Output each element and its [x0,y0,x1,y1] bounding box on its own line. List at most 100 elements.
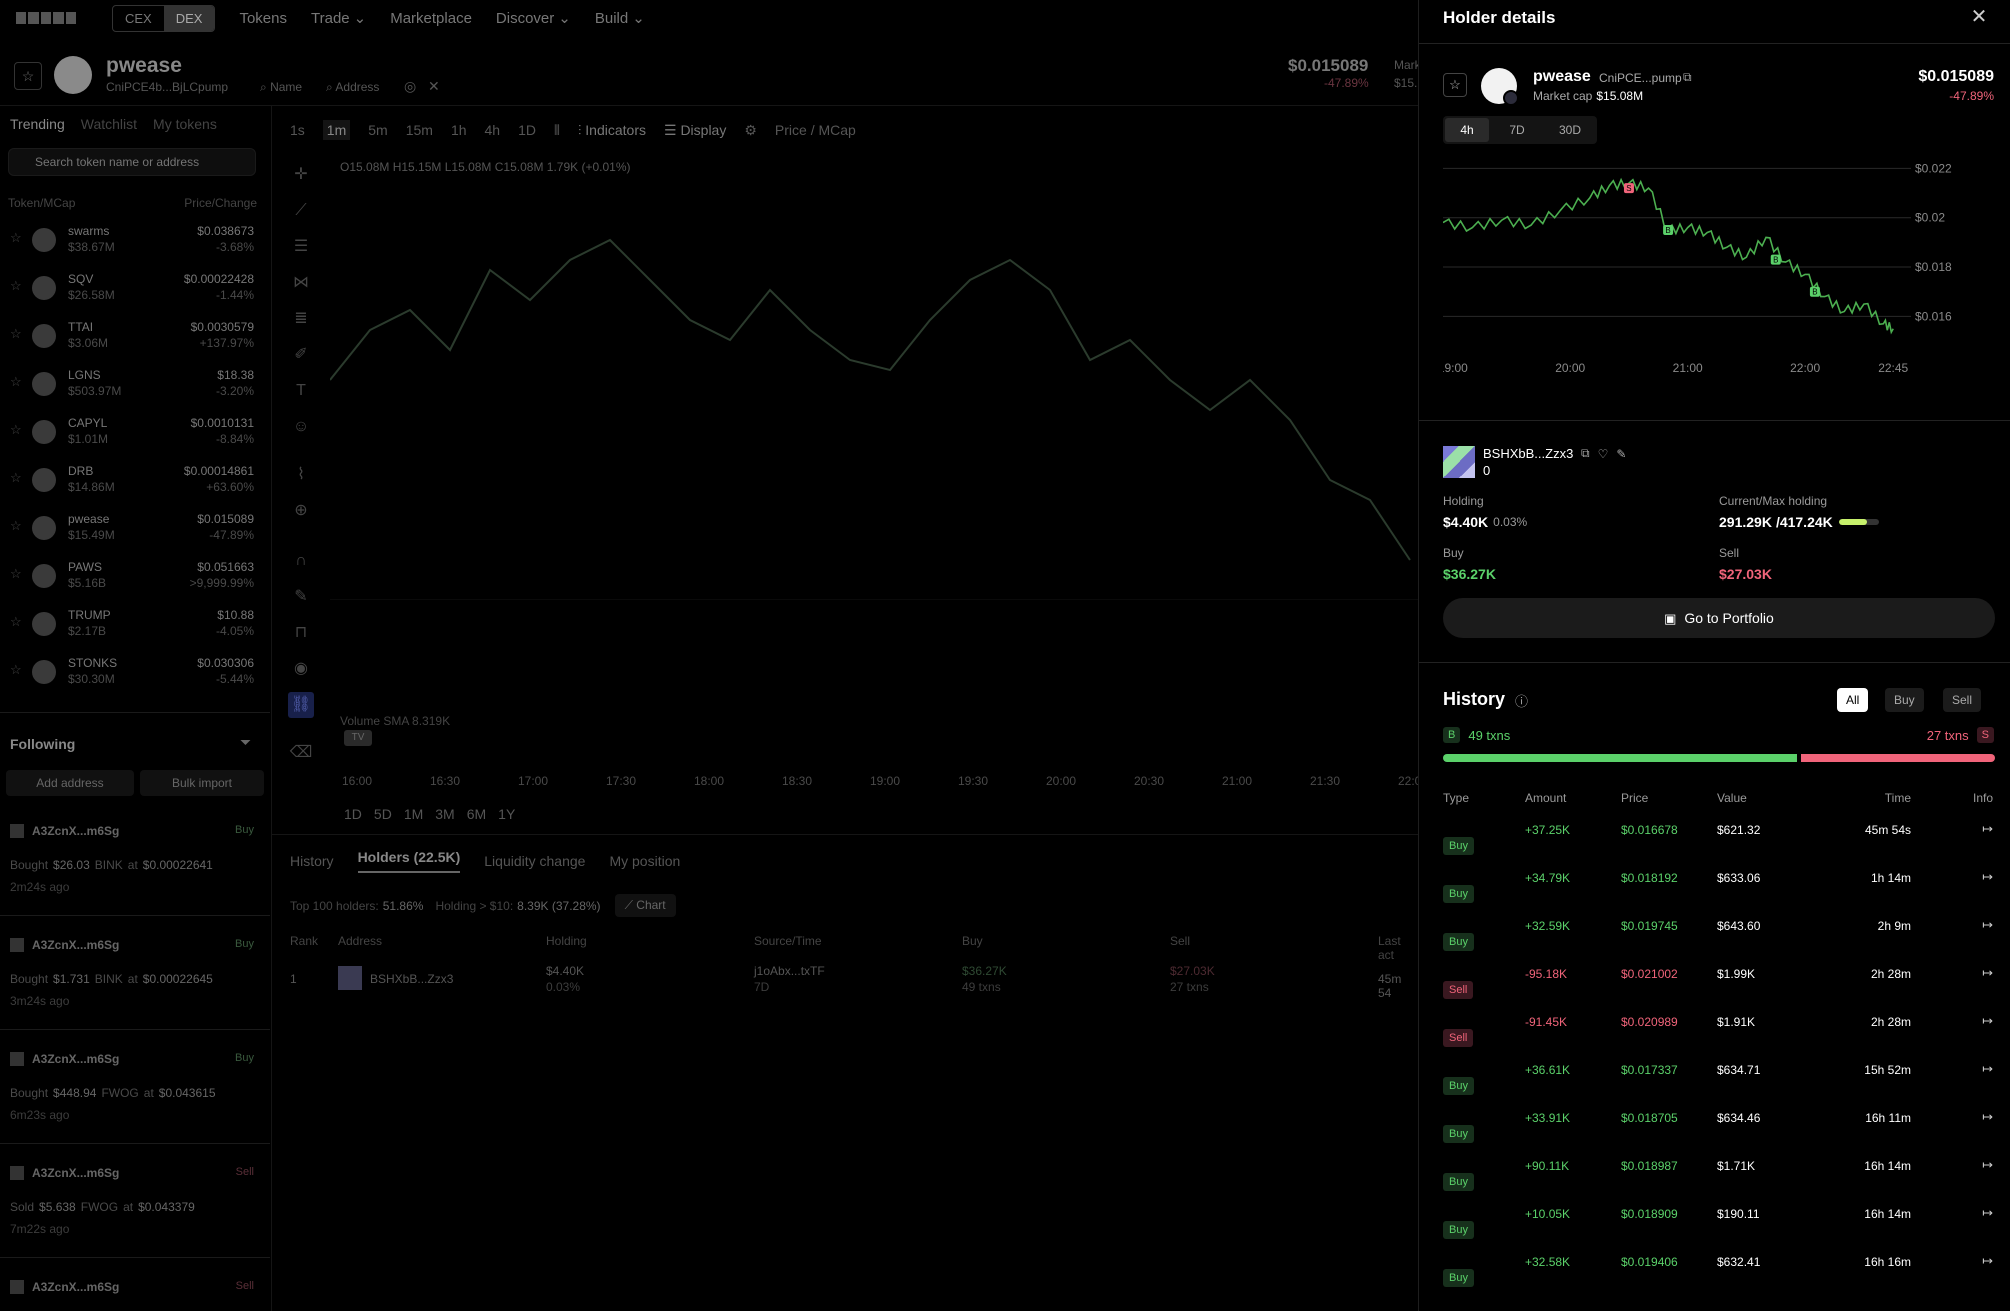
filter-buy[interactable]: Buy [1885,688,1924,712]
tab-liquidity-change[interactable]: Liquidity change [484,853,585,869]
settings-icon[interactable]: ⚙ [744,122,757,139]
holder-address[interactable]: BSHXbB...Zzx3 [1483,446,1573,461]
star-icon[interactable]: ☆ [10,518,22,534]
history-row[interactable]: Buy +32.59K $0.019745 $643.60 2h 9m ↦ [1443,902,1993,951]
history-row[interactable]: Buy +33.91K $0.018705 $634.46 16h 11m ↦ [1443,1094,1993,1143]
x-social-icon[interactable]: ✕ [428,78,440,95]
range-3m[interactable]: 3M [435,806,454,822]
star-icon[interactable]: ☆ [10,470,22,486]
indicators-button[interactable]: ⫶ Indicators [578,122,646,139]
bulk-import-button[interactable]: Bulk import [140,770,264,796]
history-row[interactable]: Buy +32.58K $0.019406 $632.41 16h 16m ↦ [1443,1238,1993,1287]
star-icon[interactable]: ☆ [10,422,22,438]
tab-history[interactable]: History [290,853,334,869]
history-row[interactable]: Buy +10.05K $0.018909 $190.11 16h 14m ↦ [1443,1190,1993,1239]
explorer-link-icon[interactable]: ↦ [1982,821,1993,837]
text-icon[interactable]: T [288,378,314,404]
trend-line-icon[interactable]: ⟋ [288,198,314,224]
filter-icon[interactable]: ⏷ [240,734,251,751]
range-4h[interactable]: 4h [1445,118,1489,142]
tab-holders[interactable]: Holders (22.5K) [357,849,461,873]
interval-4h[interactable]: 4h [485,122,501,138]
history-row[interactable]: Buy +36.61K $0.017337 $634.71 15h 52m ↦ [1443,1046,1993,1095]
token-row[interactable]: ☆ CAPYL $1.01M $0.0010131 -8.84% [0,410,262,458]
candle-type-icon[interactable]: ⫴ [554,122,560,139]
explorer-link-icon[interactable]: ↦ [1982,965,1993,981]
add-address-button[interactable]: Add address [6,770,134,796]
following-item[interactable]: A3ZcnX...m6Sg Buy Bought $26.03 BINK at $0.000… [0,806,270,916]
token-row[interactable]: ☆ TTAI $3.06M $0.0030579 +137.97% [0,314,262,362]
copy-icon[interactable]: ⧉ [1683,70,1692,85]
eye-icon[interactable]: ◉ [288,656,314,682]
following-item[interactable]: A3ZcnX...m6Sg Sell Sold $5.638 FWOG at $0.0433… [0,1148,270,1258]
history-row[interactable]: Buy +37.25K $0.016678 $621.32 45m 54s ↦ [1443,806,1993,855]
range-1y[interactable]: 1Y [498,806,515,822]
interval-1m[interactable]: 1m [322,120,351,140]
star-icon[interactable]: ☆ [10,566,22,582]
explorer-link-icon[interactable]: ↦ [1982,1157,1993,1173]
projection-icon[interactable]: ≣ [288,306,314,332]
close-icon[interactable]: ✕ [1970,7,1988,27]
link-icon[interactable]: ⛓ [288,692,314,718]
token-row[interactable]: ☆ TRUMP $2.17B $10.88 -4.05% [0,602,262,650]
holder-source[interactable]: j1oAbx...txTF [754,964,825,978]
token-row[interactable]: ☆ SQV $26.58M $0.00022428 -1.44% [0,266,262,314]
following-item[interactable]: A3ZcnX...m6Sg Buy Bought $448.94 FWOG at $0.04… [0,1034,270,1144]
token-search-input[interactable] [8,148,256,176]
history-row[interactable]: Buy +90.11K $0.018987 $1.71K 16h 14m ↦ [1443,1142,1993,1191]
range-1d[interactable]: 1D [344,806,362,822]
nav-trade[interactable]: Trade [311,10,350,27]
lock-icon[interactable]: ⊓ [288,620,314,646]
zoom-icon[interactable]: ⊕ [288,498,314,524]
globe-icon[interactable]: ◎ [404,78,416,95]
heart-icon[interactable]: ♡ [1598,447,1609,461]
range-30d[interactable]: 30D [1545,116,1595,144]
tab-trending[interactable]: Trending [10,116,65,132]
star-icon[interactable]: ☆ [10,278,22,294]
edit-icon[interactable]: ✎ [1616,447,1626,461]
crosshair-icon[interactable]: ✛ [288,162,314,188]
token-row[interactable]: ☆ swarms $38.67M $0.038673 -3.68% [0,218,262,266]
star-icon[interactable]: ☆ [10,326,22,342]
token-row[interactable]: ☆ STONKS $30.30M $0.030306 -5.44% [0,650,262,698]
tab-my-tokens[interactable]: My tokens [153,116,217,132]
following-item[interactable]: A3ZcnX...m6Sg Buy Bought $1.731 BINK at $0.000… [0,920,270,1030]
history-row[interactable]: Sell -91.45K $0.020989 $1.91K 2h 28m ↦ [1443,998,1993,1047]
token-address[interactable]: CniPCE4b...BjLCpump [106,80,228,94]
nav-build[interactable]: Build [595,10,628,27]
interval-1s[interactable]: 1s [290,122,305,138]
token-row[interactable]: ☆ pwease $15.49M $0.015089 -47.89% [0,506,262,554]
interval-5m[interactable]: 5m [368,122,387,138]
tab-my-position[interactable]: My position [609,853,680,869]
nav-marketplace[interactable]: Marketplace [390,10,472,27]
interval-1d[interactable]: 1D [518,122,536,138]
explorer-link-icon[interactable]: ↦ [1982,869,1993,885]
ruler-icon[interactable]: ⌇ [288,462,314,488]
token-row[interactable]: ☆ DRB $14.86M $0.00014861 +63.60% [0,458,262,506]
explorer-link-icon[interactable]: ↦ [1982,1205,1993,1221]
star-icon[interactable]: ☆ [10,662,22,678]
info-icon[interactable]: ⓘ [1515,691,1528,710]
brush-icon[interactable]: ✐ [288,342,314,368]
fib-icon[interactable]: ☰ [288,234,314,260]
token-row[interactable]: ☆ PAWS $5.16B $0.051663 >9,999.99% [0,554,262,602]
interval-15m[interactable]: 15m [406,122,433,138]
copy-icon[interactable]: ⧉ [1581,446,1590,461]
cex-tab[interactable]: CEX [113,6,164,31]
nav-discover[interactable]: Discover [496,10,554,27]
filter-all[interactable]: All [1837,688,1869,712]
price-mcap-toggle[interactable]: Price / MCap [775,122,856,138]
emoji-icon[interactable]: ☺ [288,414,314,440]
pattern-icon[interactable]: ⋈ [288,270,314,296]
explorer-link-icon[interactable]: ↦ [1982,1109,1993,1125]
nav-tokens[interactable]: Tokens [239,10,287,27]
chart-button[interactable]: ⟋ Chart [614,894,676,917]
star-icon[interactable]: ☆ [14,62,42,90]
trash-icon[interactable]: ⌫ [288,740,314,766]
tab-watchlist[interactable]: Watchlist [81,116,137,132]
following-item[interactable]: A3ZcnX...m6Sg Sell [0,1262,270,1311]
holder-address[interactable]: BSHXbB...Zzx3 [370,972,453,986]
go-to-portfolio-button[interactable]: ▣ Go to Portfolio [1443,598,1995,638]
dex-tab[interactable]: DEX [163,5,215,31]
history-row[interactable]: Buy +34.79K $0.018192 $633.06 1h 14m ↦ [1443,854,1993,903]
